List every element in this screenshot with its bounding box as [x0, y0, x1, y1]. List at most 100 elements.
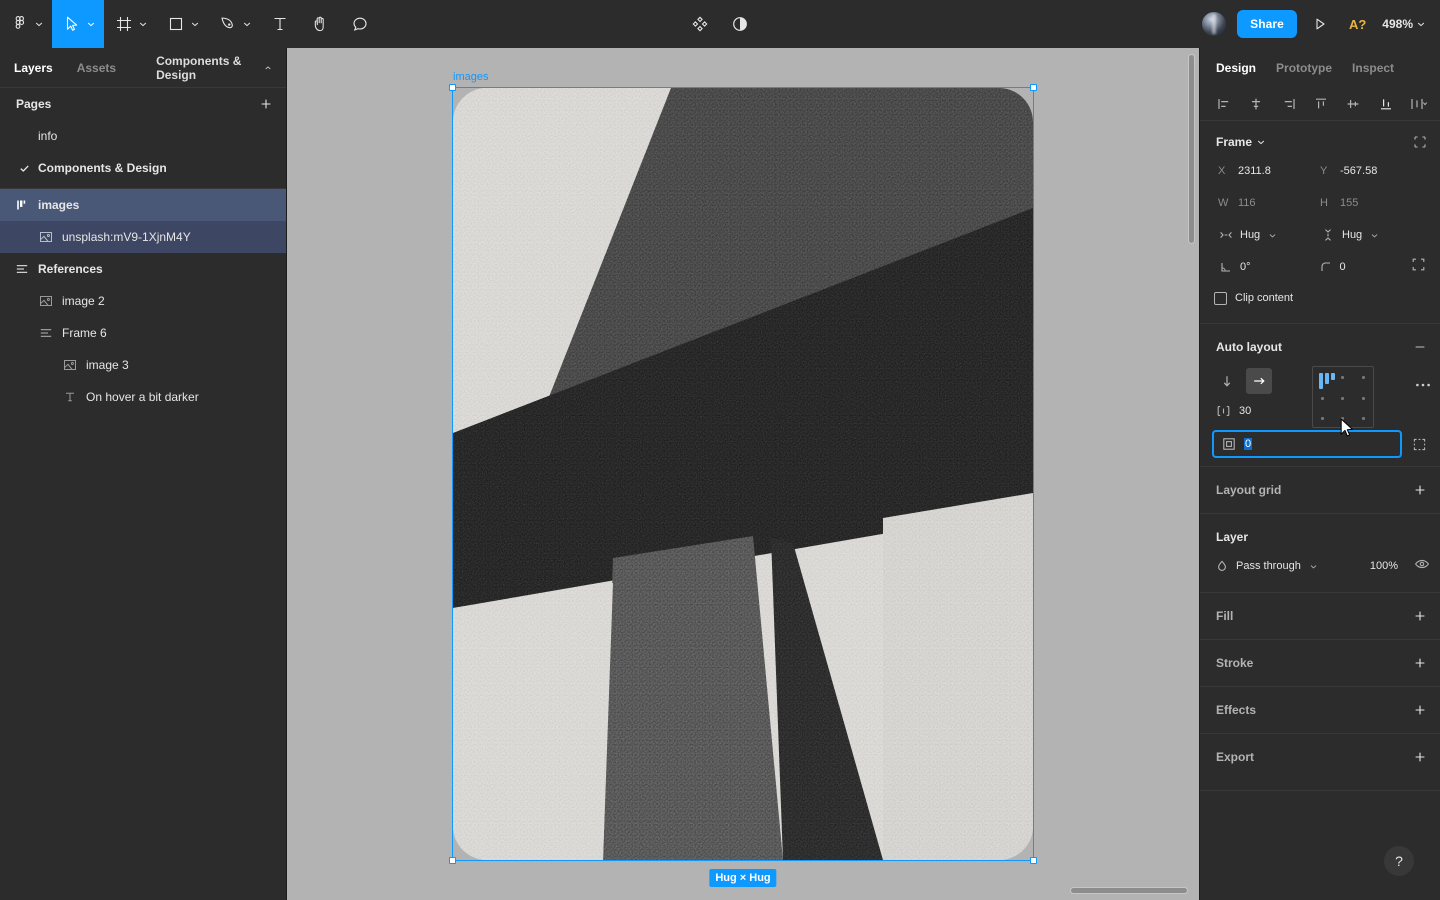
align-vertical-center-icon[interactable] — [1341, 92, 1365, 116]
frame-section-title[interactable]: Frame — [1216, 135, 1266, 149]
arrow-down-icon[interactable] — [1214, 368, 1240, 394]
shape-tool-button[interactable] — [156, 0, 208, 48]
canvas-vertical-scrollbar[interactable] — [1188, 54, 1195, 244]
alignment-dot[interactable] — [1362, 417, 1365, 420]
rotation-field[interactable]: 0° — [1212, 254, 1312, 280]
add-layout-grid-button[interactable] — [1412, 482, 1428, 498]
blend-mode-value[interactable]: Pass through — [1236, 560, 1301, 572]
width-field[interactable]: W 116 — [1212, 190, 1314, 216]
layer-header: Layer — [1200, 524, 1440, 550]
align-bottom-icon[interactable] — [1374, 92, 1398, 116]
page-item-components-design[interactable]: Components & Design — [0, 152, 286, 184]
layer-row-unsplash[interactable]: unsplash:mV9-1XjnM4Y — [0, 221, 286, 253]
frame-label[interactable]: images — [453, 71, 488, 83]
add-page-button[interactable] — [258, 96, 274, 112]
tab-layers[interactable]: Layers — [14, 61, 53, 75]
tab-prototype[interactable]: Prototype — [1276, 61, 1332, 75]
alignment-active-bars — [1319, 373, 1335, 389]
figma-menu-button[interactable] — [0, 0, 52, 48]
auto-layout-controls: 30 — [1212, 366, 1430, 428]
page-item-info[interactable]: info — [0, 120, 286, 152]
alignment-dot[interactable] — [1341, 417, 1344, 420]
clip-content-row[interactable]: Clip content — [1200, 283, 1440, 313]
alignment-dot[interactable] — [1321, 417, 1324, 420]
vertical-resize-field[interactable]: Hug — [1314, 222, 1416, 248]
ai-button[interactable]: A? — [1343, 17, 1372, 32]
collapse-frame-icon[interactable] — [1412, 134, 1428, 150]
components-icon[interactable] — [688, 12, 712, 36]
add-stroke-button[interactable] — [1412, 655, 1428, 671]
horizontal-resize-value: Hug — [1240, 229, 1261, 241]
file-name[interactable]: Components & Design — [156, 54, 272, 82]
visibility-toggle-icon[interactable] — [1414, 556, 1430, 577]
selected-frame[interactable]: images Hug × Hug — [449, 71, 1037, 887]
x-field[interactable]: X 2311.8 — [1212, 158, 1314, 184]
stroke-title: Stroke — [1216, 656, 1254, 670]
add-effect-button[interactable] — [1412, 702, 1428, 718]
resize-handle-top-left[interactable] — [449, 84, 456, 91]
add-fill-button[interactable] — [1412, 608, 1428, 624]
layer-row-image-3[interactable]: image 3 — [0, 349, 286, 381]
align-top-icon[interactable] — [1309, 92, 1333, 116]
alignment-dot[interactable] — [1362, 376, 1365, 379]
alignment-dot[interactable] — [1341, 397, 1344, 400]
gap-field[interactable]: 30 — [1212, 396, 1304, 426]
alignment-dot[interactable] — [1362, 397, 1365, 400]
arrow-right-icon[interactable] — [1246, 368, 1272, 394]
present-button[interactable] — [1307, 11, 1333, 37]
remove-auto-layout-button[interactable] — [1412, 339, 1428, 355]
distribute-icon[interactable] — [1406, 92, 1430, 116]
align-right-icon[interactable] — [1277, 92, 1301, 116]
layout-grid-title: Layout grid — [1216, 483, 1282, 497]
align-left-icon[interactable] — [1212, 92, 1236, 116]
independent-corners-button[interactable] — [1411, 257, 1426, 277]
canvas-horizontal-scrollbar[interactable] — [1070, 887, 1188, 894]
frame-tool-button[interactable] — [104, 0, 156, 48]
layer-row-image-2[interactable]: image 2 — [0, 285, 286, 317]
zoom-control[interactable]: 498% — [1382, 17, 1430, 31]
layer-name: On hover a bit darker — [86, 390, 199, 404]
horizontal-resize-field[interactable]: Hug — [1212, 222, 1314, 248]
rotation-icon — [1218, 259, 1234, 275]
tab-design[interactable]: Design — [1216, 61, 1256, 75]
corner-radius-field[interactable]: 0 — [1312, 254, 1412, 280]
tab-inspect[interactable]: Inspect — [1352, 61, 1394, 75]
alignment-dot[interactable] — [1321, 397, 1324, 400]
page-label: Components & Design — [38, 161, 167, 175]
individual-padding-button[interactable] — [1408, 433, 1430, 455]
avatar[interactable] — [1201, 11, 1228, 37]
padding-input[interactable]: 0 — [1212, 430, 1402, 458]
resize-handle-bottom-right[interactable] — [1030, 857, 1037, 864]
left-panel-tabs: Layers Assets Components & Design — [0, 48, 286, 88]
y-field[interactable]: Y -567.58 — [1314, 158, 1416, 184]
layer-row-references[interactable]: References — [0, 253, 286, 285]
export-section: Export — [1200, 733, 1440, 780]
hand-tool-button[interactable] — [300, 0, 340, 48]
layer-row-frame-6[interactable]: Frame 6 — [0, 317, 286, 349]
stroke-header: Stroke — [1200, 650, 1440, 676]
clip-content-checkbox[interactable] — [1214, 291, 1227, 305]
pen-tool-button[interactable] — [208, 0, 260, 48]
add-export-button[interactable] — [1412, 749, 1428, 765]
share-button[interactable]: Share — [1237, 10, 1297, 38]
auto-layout-alignment-grid[interactable] — [1312, 366, 1374, 428]
resize-handle-bottom-left[interactable] — [449, 857, 456, 864]
tab-assets[interactable]: Assets — [77, 61, 116, 75]
comment-tool-button[interactable] — [340, 0, 380, 48]
canvas-viewport[interactable]: images Hug × Hug — [287, 48, 1199, 900]
layer-row-on-hover-a-bit-darker[interactable]: On hover a bit darker — [0, 381, 286, 413]
height-field[interactable]: H 155 — [1314, 190, 1416, 216]
align-horizontal-center-icon[interactable] — [1244, 92, 1268, 116]
top-toolbar: Share A? 498% — [0, 0, 1440, 48]
resize-handle-top-right[interactable] — [1030, 84, 1037, 91]
move-tool-button[interactable] — [52, 0, 104, 48]
help-button[interactable]: ? — [1384, 846, 1414, 876]
opacity-value[interactable]: 100% — [1370, 560, 1398, 572]
auto-layout-more-options-button[interactable] — [1412, 374, 1434, 396]
layer-name: unsplash:mV9-1XjnM4Y — [62, 230, 191, 244]
dev-mode-icon[interactable] — [728, 12, 752, 36]
alignment-dot[interactable] — [1341, 376, 1344, 379]
layer-row-images[interactable]: images — [0, 189, 286, 221]
image-icon — [38, 229, 54, 245]
text-tool-button[interactable] — [260, 0, 300, 48]
